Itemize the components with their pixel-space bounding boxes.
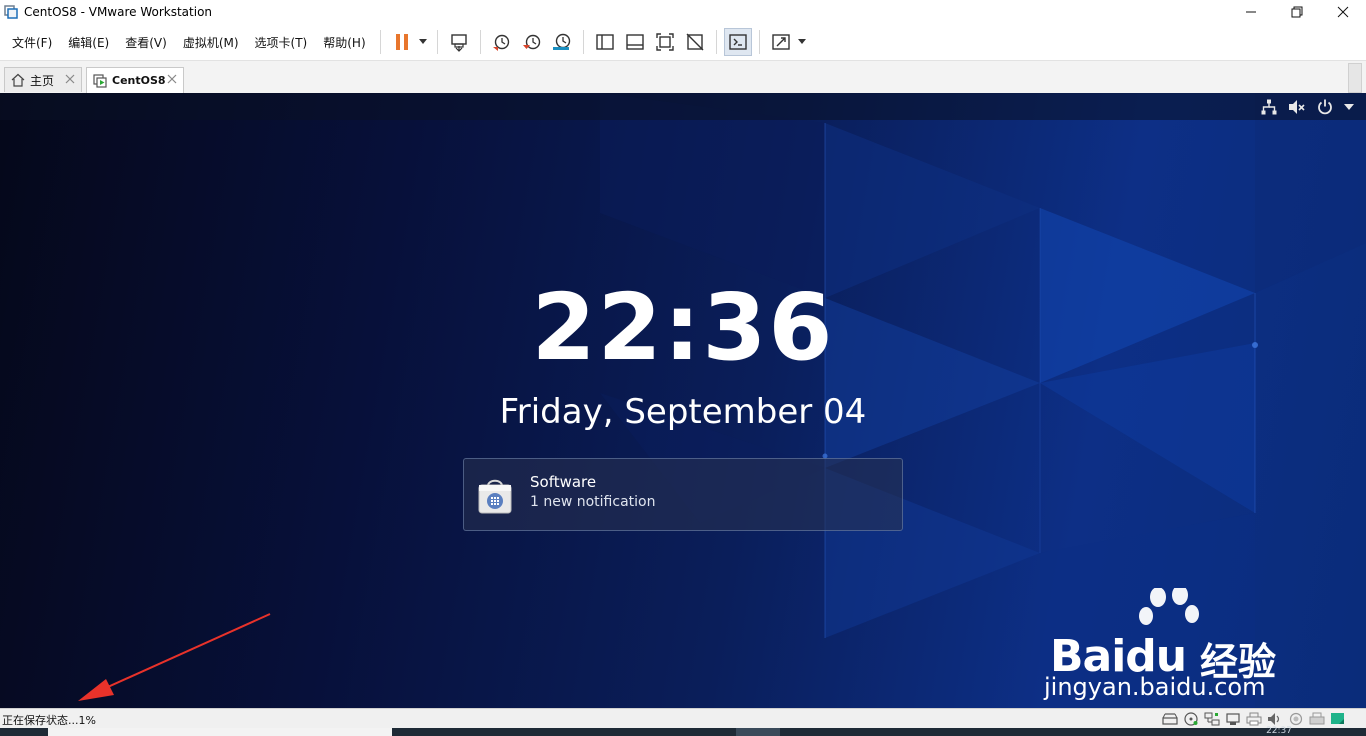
printer2-icon[interactable] [1309,712,1325,726]
lock-screen-clock: 22:36 [531,274,835,381]
restore-icon [1291,6,1303,18]
minimize-icon [1246,11,1256,13]
tab-scrollbar[interactable] [1348,63,1362,93]
watermark-url: jingyan.baidu.com [1044,673,1266,701]
send-keys-button[interactable] [445,28,473,56]
close-icon[interactable] [65,74,75,84]
thumbnail-bar-icon [625,34,644,50]
stretch-icon [771,34,790,50]
toolbar-separator [479,30,481,54]
restore-button[interactable] [1274,0,1320,24]
display-icon[interactable] [1288,712,1304,726]
menu-help[interactable]: 帮助(H) [315,34,373,51]
chevron-down-icon [797,39,806,44]
toolbar-separator [715,30,717,54]
taskbar-clock: 22:37 [1266,726,1292,736]
vm-running-icon [93,73,107,88]
toolbar-separator [436,30,438,54]
revert-snapshot-button[interactable] [518,28,546,56]
notification-title: Software [530,473,597,491]
menu-view[interactable]: 查看(V) [117,34,175,51]
taskbar-app-button[interactable] [736,728,780,736]
tab-label: CentOS8 [112,74,166,87]
printer-icon[interactable] [1246,712,1262,726]
minimize-button[interactable] [1228,0,1274,24]
network-icon[interactable] [1260,98,1278,116]
message-icon[interactable] [1330,712,1346,726]
menu-vm[interactable]: 虚拟机(M) [175,34,247,51]
status-message: 正在保存状态...1% [2,714,96,727]
lock-screen-date: Friday, September 04 [499,392,867,432]
send-keys-icon [450,34,467,52]
menu-file[interactable]: 文件(F) [4,34,60,51]
close-icon[interactable] [167,74,177,84]
cdrom-icon[interactable] [1183,712,1199,726]
power-icon[interactable] [1316,98,1334,116]
tab-centos8[interactable]: CentOS8 [86,67,184,93]
tab-label: 主页 [30,73,55,88]
device-icons [1162,711,1346,727]
fullscreen-icon [655,33,674,51]
tab-strip: 主页 CentOS8 [0,61,1366,94]
unity-icon [686,33,704,51]
red-arrow-annotation [78,613,271,701]
usb-icon[interactable] [1225,712,1241,726]
vm-console[interactable]: 22:36 Friday, September 04 Software 1 ne… [0,93,1366,708]
fullscreen-button[interactable] [651,28,679,56]
pause-dropdown-button[interactable] [417,28,429,56]
toolbar-separator [582,30,584,54]
window-controls [1228,0,1366,24]
hdd-icon[interactable] [1162,712,1178,726]
sidebar-icon [595,34,614,50]
stretch-button[interactable] [767,28,795,56]
taskbar-search-box[interactable] [48,728,392,736]
gnome-top-bar [0,93,1366,120]
system-tray [1260,97,1354,117]
console-icon [728,34,747,50]
menu-tabs[interactable]: 选项卡(T) [247,34,316,51]
menu-edit[interactable]: 编辑(E) [60,34,117,51]
notification-card[interactable]: Software 1 new notification [463,458,903,531]
volume-muted-icon[interactable] [1288,98,1306,116]
toolbar-separator [758,30,760,54]
stretch-dropdown-button[interactable] [796,28,808,56]
tab-home[interactable]: 主页 [4,67,82,92]
notification-body: 1 new notification [530,494,656,510]
revert-snapshot-icon [522,34,540,50]
pause-icon [395,34,408,50]
toolbar-separator [379,30,381,54]
title-bar: CentOS8 - VMware Workstation [0,0,1366,24]
software-bag-icon [478,479,512,514]
snapshot-manager-button[interactable] [548,28,576,56]
home-icon [11,73,25,87]
unity-button[interactable] [681,28,709,56]
console-view-button[interactable] [723,28,752,56]
host-taskbar: 22:37 [0,726,1366,736]
status-bar: 正在保存状态...1% [0,708,1366,728]
system-menu-dropdown[interactable] [1344,100,1354,114]
menu-toolbar: 文件(F) 编辑(E) 查看(V) 虚拟机(M) 选项卡(T) 帮助(H) [0,24,1366,61]
sound-icon[interactable] [1267,712,1283,726]
window-title: CentOS8 - VMware Workstation [24,5,213,19]
close-button[interactable] [1320,0,1366,24]
thumbnail-bar-button[interactable] [621,28,649,56]
chevron-down-icon [418,39,427,44]
pause-button[interactable] [388,28,416,56]
snapshot-icon [492,34,509,51]
vmware-logo-icon [4,5,18,19]
show-library-button[interactable] [591,28,619,56]
network-adapter-icon[interactable] [1204,712,1220,726]
snapshot-button[interactable] [488,28,516,56]
close-icon [1337,6,1349,18]
chevron-down-icon [1344,104,1354,110]
snapshot-manager-icon [552,33,570,50]
